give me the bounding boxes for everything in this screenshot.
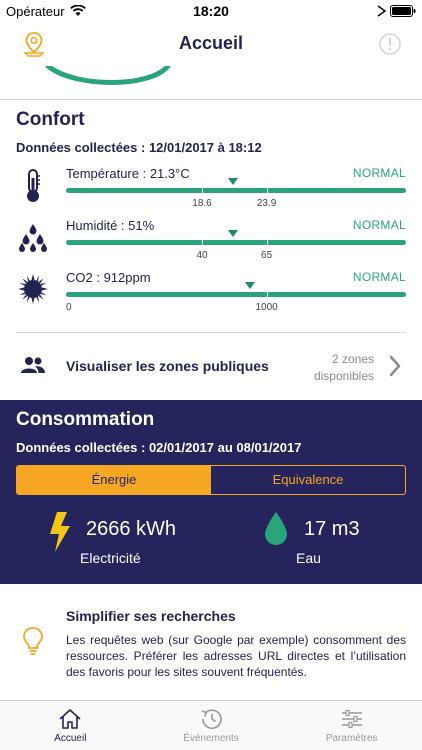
tab-equivalence[interactable]: Equivalence [211,466,405,494]
humidity-tick-low-label: 40 [196,250,208,261]
humidity-label: Humidité : 51% [66,218,155,233]
home-icon [58,708,82,730]
co2-marker [244,282,255,289]
public-zones-label: Visualiser les zones publiques [66,358,269,374]
co2-tick-low-label: 0 [66,302,72,313]
tab-bar: Accueil Événements Paramètres [0,700,422,750]
electricity-label: Electricité [80,550,141,566]
temperature-label: Température : 21.3°C [66,166,190,181]
tip-card: Simplifier ses recherches Les requêtes w… [0,584,422,700]
clock-history-icon [199,708,223,730]
consommation-tabs: Énergie Equivalence [16,465,406,495]
co2-label: CO2 : 912ppm [66,270,151,285]
humidity-drops-icon [18,222,48,256]
tip-title: Simplifier ses recherches [66,608,236,624]
people-icon [20,355,46,377]
temperature-tick-high [266,185,268,196]
nav-bar: Accueil [0,22,422,66]
humidity-bar: 40 65 [66,230,406,261]
water-drop-icon [264,512,288,546]
electricity-value: 2666 kWh [86,518,177,540]
tab-accueil[interactable]: Accueil [0,701,141,750]
info-icon[interactable] [378,32,402,56]
co2-tick-high-label: 1000 [255,302,278,313]
temperature-bar: 18.6 23.9 [66,178,406,209]
public-zones-count: 2 zones disponibles [313,352,374,383]
metric-temperature: Température : 21.3°C NORMAL 18.6 23.9 [0,166,422,216]
status-bar: Opérateur 18:20 [0,0,422,22]
temperature-marker [227,178,238,185]
consommation-title: Consommation [16,409,155,430]
thermometer-icon [18,168,48,202]
chevron-right-icon [388,355,402,377]
humidity-tick-high [266,237,268,248]
temperature-status: NORMAL [352,166,406,180]
co2-status: NORMAL [352,270,406,284]
humidity-status: NORMAL [352,218,406,232]
co2-tick-high [266,289,268,300]
temperature-tick-low [202,185,203,196]
confort-collected-date: Données collectées : 12/01/2017 à 18:12 [16,140,262,155]
humidity-tick-low [202,237,203,248]
tab-parametres-label: Paramètres [325,733,378,744]
confort-divider [16,332,406,333]
tab-evenements-label: Événements [183,733,239,744]
public-zones-row[interactable]: Visualiser les zones publiques 2 zones d… [0,335,422,397]
confort-title: Confort [16,109,85,130]
page-title: Accueil [178,33,244,53]
temperature-tick-high-label: 23.9 [256,198,277,209]
clock: 18:20 [193,3,229,19]
sliders-icon [340,708,364,730]
tab-parametres[interactable]: Paramètres [281,701,422,750]
battery-icon [377,5,416,17]
metric-humidity: Humidité : 51% NORMAL 40 65 [0,218,422,268]
metric-co2: CO2 : 912ppm NORMAL 0 1000 [0,270,422,320]
water-value: 17 m3 [304,518,360,540]
tip-text: Les requêtes web (sur Google par exemple… [66,633,406,679]
consommation-section: Consommation Données collectées : 02/01/… [0,400,422,584]
humidity-tick-high-label: 65 [261,250,273,261]
humidity-marker [227,230,238,237]
water-label: Eau [296,550,321,566]
lightning-icon [48,512,72,552]
lightbulb-icon [22,626,44,656]
consommation-collected-date: Données collectées : 02/01/2017 au 08/01… [16,440,302,455]
tab-energie[interactable]: Énergie [17,466,211,494]
co2-bar: 0 1000 [66,282,406,313]
co2-icon [18,274,48,308]
tab-accueil-label: Accueil [54,733,87,744]
comfort-gauge-arc [0,66,422,100]
tab-evenements[interactable]: Événements [141,701,282,750]
temperature-tick-low-label: 18.6 [192,198,212,209]
